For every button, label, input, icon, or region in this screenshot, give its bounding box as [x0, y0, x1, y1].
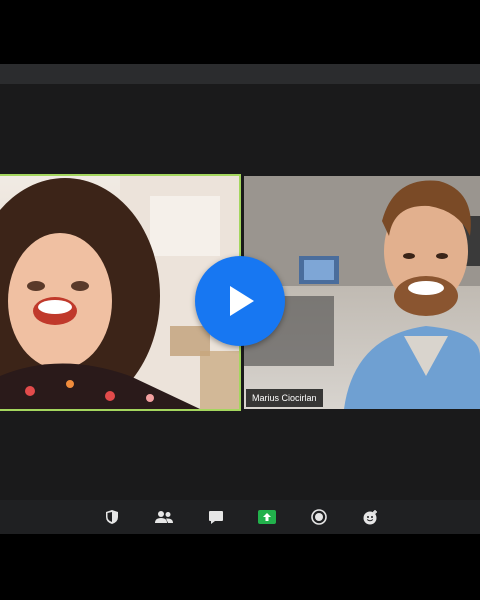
security-button[interactable] [102, 508, 122, 526]
participants-icon [155, 511, 173, 523]
share-screen-icon [258, 510, 276, 524]
play-icon [230, 286, 254, 316]
reactions-button[interactable] [360, 508, 380, 526]
participants-button[interactable] [154, 508, 174, 526]
window-title-bar [0, 64, 480, 84]
shield-icon [106, 510, 118, 524]
participant-name-label: Marius Ciocirlan [246, 389, 323, 407]
meeting-toolbar [0, 500, 480, 534]
chat-button[interactable] [206, 508, 226, 526]
chat-icon [209, 510, 223, 524]
record-button[interactable] [309, 508, 329, 526]
play-button[interactable] [195, 256, 285, 346]
record-icon [311, 509, 327, 525]
share-screen-button[interactable] [257, 508, 277, 526]
reactions-icon [363, 509, 377, 524]
